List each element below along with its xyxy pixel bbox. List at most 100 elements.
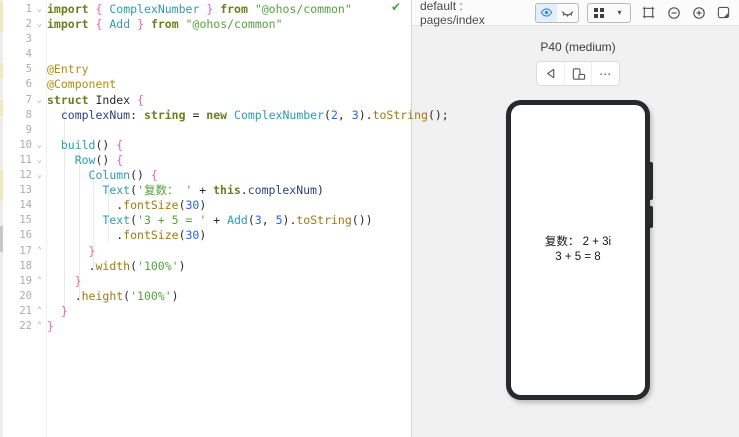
line-number[interactable]: 1 bbox=[0, 2, 32, 17]
inspection-ok-icon[interactable]: ✔ bbox=[391, 0, 401, 14]
preview-target-label: default : pages/index bbox=[420, 0, 485, 27]
code-line[interactable]: 4 bbox=[0, 47, 411, 62]
preview-text-complex: 复数： 2 + 3i bbox=[544, 236, 612, 248]
code-line[interactable]: 19 ⌃ } bbox=[0, 274, 411, 289]
preview-mode-toggle bbox=[535, 2, 579, 23]
fold-open-icon[interactable]: ⌄ bbox=[32, 93, 47, 108]
line-number[interactable]: 21 bbox=[0, 304, 32, 319]
fold-close-icon[interactable]: ⌃ bbox=[32, 319, 47, 334]
preview-nav-group: ⋯ bbox=[536, 61, 620, 86]
code-line[interactable]: 6 @Component bbox=[0, 77, 411, 92]
code-text: complexNum: string = new ComplexNumber(2… bbox=[60, 107, 449, 122]
fold-open-icon[interactable]: ⌄ bbox=[32, 153, 47, 168]
line-number[interactable]: 22 bbox=[0, 319, 32, 334]
line-number[interactable]: 12 bbox=[0, 168, 32, 183]
volume-button bbox=[650, 162, 653, 200]
code-line[interactable]: 20 .height('100%') bbox=[0, 289, 411, 304]
code-text: Text('复数： ' + this.complexNum) bbox=[102, 183, 324, 198]
code-text: @Component bbox=[47, 77, 117, 92]
line-number[interactable]: 16 bbox=[0, 228, 32, 243]
line-number[interactable]: 8 bbox=[0, 108, 32, 123]
line-number[interactable]: 3 bbox=[0, 32, 32, 47]
code-text: Text('3 + 5 = ' + Add(3, 5).toString()) bbox=[102, 213, 373, 228]
line-number[interactable]: 9 bbox=[0, 123, 32, 138]
line-number[interactable]: 6 bbox=[0, 77, 32, 92]
code-line[interactable]: 11 ⌄ Row() { bbox=[0, 153, 411, 168]
code-line[interactable]: 13 Text('复数： ' + this.complexNum) bbox=[0, 183, 411, 198]
code-line[interactable]: 17 ⌃ } bbox=[0, 244, 411, 259]
line-number[interactable]: 15 bbox=[0, 213, 32, 228]
code-line[interactable]: 8 complexNum: string = new ComplexNumber… bbox=[0, 108, 449, 123]
line-number[interactable]: 19 bbox=[0, 274, 32, 289]
code-line[interactable]: 14 .fontSize(30) bbox=[0, 198, 411, 213]
line-number[interactable]: 10 bbox=[0, 138, 32, 153]
code-line[interactable]: 18 .width('100%') bbox=[0, 259, 411, 274]
code-text: .height('100%') bbox=[47, 288, 179, 303]
code-editor[interactable]: 1 ⌄ import { ComplexNumber } from "@ohos/c… bbox=[0, 0, 449, 437]
code-line[interactable]: 15 Text('3 + 5 = ' + Add(3, 5).toString(… bbox=[0, 213, 411, 228]
rotate-device-icon bbox=[572, 67, 585, 80]
device-screen[interactable]: 复数： 2 + 3i 3 + 5 = 8 bbox=[511, 105, 645, 395]
line-number[interactable]: 18 bbox=[0, 259, 32, 274]
fold-close-icon[interactable]: ⌃ bbox=[32, 244, 47, 259]
code-line[interactable]: 1 ⌄ import { ComplexNumber } from "@ohos/c… bbox=[0, 2, 411, 17]
zoom-in-icon[interactable] bbox=[691, 5, 706, 21]
fold-close-icon[interactable]: ⌃ bbox=[32, 274, 47, 289]
code-line[interactable]: 22 ⌃} bbox=[0, 319, 411, 334]
code-line[interactable]: 9 bbox=[0, 123, 411, 138]
code-line[interactable]: 16 .fontSize(30) bbox=[0, 228, 411, 243]
fold-close-icon[interactable]: ⌃ bbox=[32, 304, 47, 319]
zoom-out-icon[interactable] bbox=[666, 5, 681, 21]
rotate-device-button[interactable] bbox=[563, 62, 592, 85]
code-line[interactable]: 5 @Entry bbox=[0, 62, 411, 77]
code-text: import { ComplexNumber } from "@ohos/com… bbox=[47, 2, 352, 16]
line-number[interactable]: 7 bbox=[0, 93, 32, 108]
code-text: .fontSize(30) bbox=[47, 198, 207, 213]
preview-eye-icon[interactable] bbox=[536, 3, 557, 22]
code-text: } bbox=[47, 318, 54, 333]
code-line[interactable]: 7 ⌄ struct Index { bbox=[0, 93, 411, 108]
code-line[interactable]: 21 ⌃ } bbox=[0, 304, 411, 319]
fold-open-icon[interactable]: ⌄ bbox=[32, 138, 47, 153]
fold-open-icon[interactable]: ⌄ bbox=[32, 168, 47, 183]
code-area[interactable]: 1 ⌄ import { ComplexNumber } from "@ohos/c… bbox=[0, 2, 449, 334]
line-number[interactable]: 4 bbox=[0, 47, 32, 62]
inspector-eye-closed-icon[interactable] bbox=[557, 4, 578, 22]
code-line[interactable]: 12 ⌄ Column() { bbox=[0, 168, 411, 183]
line-number[interactable]: 17 bbox=[0, 244, 32, 259]
line-number[interactable]: 5 bbox=[0, 62, 32, 77]
code-text: } bbox=[74, 273, 82, 288]
back-icon bbox=[546, 68, 555, 79]
fit-frame-icon[interactable] bbox=[641, 5, 656, 21]
code-line[interactable]: 3 bbox=[0, 32, 411, 47]
line-number[interactable]: 14 bbox=[0, 198, 32, 213]
code-line[interactable]: 2 ⌄ import { Add } from "@ohos/common" bbox=[0, 17, 411, 32]
line-number[interactable]: 11 bbox=[0, 153, 32, 168]
open-window-icon[interactable] bbox=[716, 5, 731, 21]
code-text: } bbox=[88, 243, 96, 258]
more-icon: ⋯ bbox=[599, 66, 613, 81]
fold-open-icon[interactable]: ⌄ bbox=[32, 17, 47, 32]
line-number[interactable]: 20 bbox=[0, 289, 32, 304]
line-number[interactable]: 2 bbox=[0, 17, 32, 32]
fold-open-icon[interactable]: ⌄ bbox=[32, 2, 47, 17]
code-text: Column() { bbox=[88, 168, 158, 183]
line-number[interactable]: 13 bbox=[0, 183, 32, 198]
code-text: } bbox=[60, 303, 68, 318]
back-button[interactable] bbox=[537, 62, 564, 85]
more-options-button[interactable]: ⋯ bbox=[591, 62, 619, 85]
layout-selector[interactable]: ▾ bbox=[587, 2, 631, 23]
code-text: struct Index { bbox=[47, 92, 144, 107]
code-line[interactable]: 10 ⌄ build() { bbox=[0, 138, 411, 153]
